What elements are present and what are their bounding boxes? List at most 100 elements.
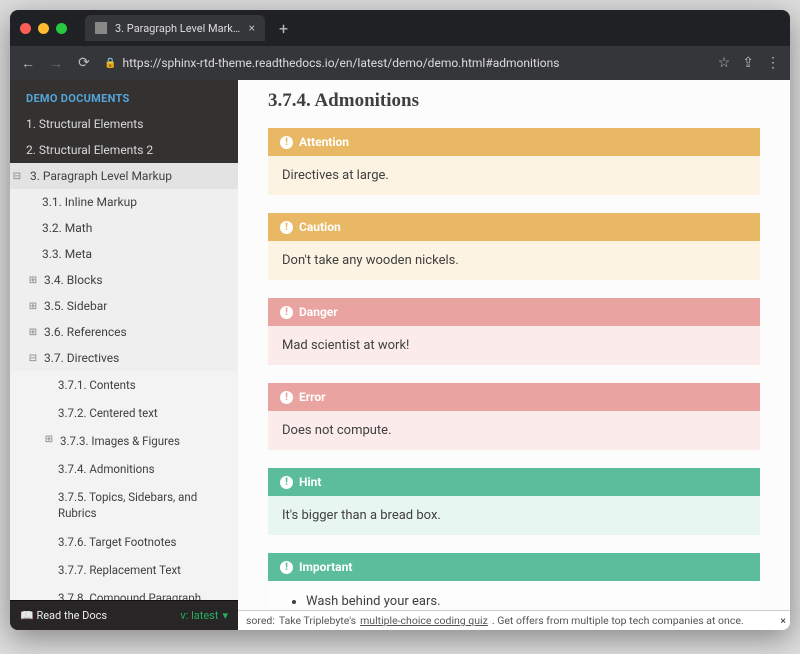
sponsor-bar: sored: Take Triplebyte's multiple-choice… bbox=[238, 610, 790, 630]
close-sponsor-icon[interactable]: × bbox=[780, 614, 786, 627]
sidebar-subitem[interactable]: 3.3. Meta bbox=[10, 241, 238, 267]
info-icon: ! bbox=[280, 306, 293, 319]
sidebar-subitem[interactable]: ⊞ 3.6. References bbox=[10, 319, 238, 345]
url-text: https://sphinx-rtd-theme.readthedocs.io/… bbox=[122, 56, 559, 70]
sponsor-prefix: sored: bbox=[246, 614, 275, 627]
version-selector[interactable]: v: latest ▾ bbox=[180, 609, 228, 622]
tab-title: 3. Paragraph Level Markup — bbox=[115, 22, 241, 35]
admonition-title-text: Error bbox=[299, 390, 326, 404]
admonition-title: ! Hint bbox=[268, 468, 760, 496]
browser-tab[interactable]: 3. Paragraph Level Markup — × bbox=[85, 15, 265, 41]
sponsor-link[interactable]: multiple-choice coding quiz bbox=[360, 614, 488, 627]
sidebar-subsubitem[interactable]: 3.7.2. Centered text bbox=[10, 399, 238, 427]
favicon-icon bbox=[95, 22, 107, 34]
forward-button[interactable]: → bbox=[48, 55, 64, 72]
admonition-body: Does not compute. bbox=[268, 411, 760, 450]
reload-button[interactable]: ⟳ bbox=[76, 55, 92, 71]
extension-icon[interactable]: ⇪ bbox=[742, 55, 754, 71]
maximize-window-button[interactable] bbox=[56, 23, 67, 34]
expand-icon[interactable]: ⊞ bbox=[44, 433, 54, 447]
sidebar-item-label: 3.7.8. Compound Paragraph bbox=[58, 590, 201, 600]
admonition-hint: ! Hint It's bigger than a bread box. bbox=[268, 468, 760, 535]
sidebar-item-label: 3.5. Sidebar bbox=[44, 299, 107, 313]
sidebar-subsubitem[interactable]: 3.7.5. Topics, Sidebars, and Rubrics bbox=[10, 483, 238, 527]
sidebar-item-label: 3. Paragraph Level Markup bbox=[30, 169, 172, 183]
sidebar-subitem[interactable]: ⊞ 3.4. Blocks bbox=[10, 267, 238, 293]
sidebar-subsubitem[interactable]: 3.7.8. Compound Paragraph bbox=[10, 584, 238, 600]
admonition-caution: ! Caution Don't take any wooden nickels. bbox=[268, 213, 760, 280]
address-bar: ← → ⟳ 🔒 https://sphinx-rtd-theme.readthe… bbox=[10, 46, 790, 80]
version-label: v: latest bbox=[180, 609, 218, 622]
admonition-title: ! Danger bbox=[268, 298, 760, 326]
sidebar-subitem[interactable]: ⊞ 3.5. Sidebar bbox=[10, 293, 238, 319]
sidebar-item-current[interactable]: ⊟ 3. Paragraph Level Markup bbox=[10, 163, 238, 189]
url-field[interactable]: 🔒 https://sphinx-rtd-theme.readthedocs.i… bbox=[104, 56, 706, 70]
admonition-title: ! Caution bbox=[268, 213, 760, 241]
sidebar-subsubitem[interactable]: ⊞ 3.7.3. Images & Figures bbox=[10, 427, 238, 455]
admonition-body: Directives at large. bbox=[268, 156, 760, 195]
close-window-button[interactable] bbox=[20, 23, 31, 34]
sidebar-item-label: 3.7. Directives bbox=[44, 351, 119, 365]
sponsor-tail: . Get offers from multiple top tech comp… bbox=[492, 614, 744, 627]
bookmark-icon[interactable]: ☆ bbox=[718, 55, 731, 71]
admonition-title: ! Error bbox=[268, 383, 760, 411]
sidebar-item[interactable]: 1. Structural Elements bbox=[10, 111, 238, 137]
list-item: Wash behind your ears. bbox=[306, 593, 746, 610]
sidebar-subitem-directives[interactable]: ⊟ 3.7. Directives bbox=[10, 345, 238, 371]
admonition-title-text: Hint bbox=[299, 475, 321, 489]
admonition-title-text: Attention bbox=[299, 135, 349, 149]
admonition-error: ! Error Does not compute. bbox=[268, 383, 760, 450]
admonition-title-text: Caution bbox=[299, 220, 341, 234]
sidebar-subsubitem[interactable]: 3.7.1. Contents bbox=[10, 371, 238, 399]
info-icon: ! bbox=[280, 561, 293, 574]
tab-bar: 3. Paragraph Level Markup — × + bbox=[10, 10, 790, 46]
section-heading: 3.7.4. Admonitions bbox=[268, 90, 760, 112]
sidebar-item-label: 3.3. Meta bbox=[42, 247, 92, 261]
sidebar-item-label: 3.7.5. Topics, Sidebars, and Rubrics bbox=[58, 489, 222, 521]
sidebar-subsubitem[interactable]: 3.7.4. Admonitions bbox=[10, 455, 238, 483]
expand-icon[interactable]: ⊞ bbox=[28, 275, 38, 286]
footer-label: Read the Docs bbox=[36, 609, 107, 622]
sidebar-item-label: 3.1. Inline Markup bbox=[42, 195, 137, 209]
expand-icon[interactable]: ⊞ bbox=[28, 301, 38, 312]
sidebar: DEMO DOCUMENTS 1. Structural Elements 2.… bbox=[10, 80, 238, 630]
admonition-title: !Important bbox=[268, 553, 760, 581]
book-icon: 📖 Read the Docs bbox=[20, 609, 107, 622]
back-button[interactable]: ← bbox=[20, 55, 36, 72]
admonition-title-text: Danger bbox=[299, 305, 338, 319]
minimize-window-button[interactable] bbox=[38, 23, 49, 34]
sidebar-item-label: 3.7.4. Admonitions bbox=[58, 461, 155, 477]
sidebar-subsubitem[interactable]: 3.7.6. Target Footnotes bbox=[10, 528, 238, 556]
close-tab-icon[interactable]: × bbox=[249, 21, 255, 35]
menu-icon[interactable]: ⋮ bbox=[766, 55, 780, 71]
content-area: DEMO DOCUMENTS 1. Structural Elements 2.… bbox=[10, 80, 790, 630]
browser-window: 3. Paragraph Level Markup — × + ← → ⟳ 🔒 … bbox=[10, 10, 790, 630]
expand-icon[interactable]: ⊞ bbox=[28, 327, 38, 338]
sidebar-subitem[interactable]: 3.2. Math bbox=[10, 215, 238, 241]
sidebar-subitem[interactable]: 3.1. Inline Markup bbox=[10, 189, 238, 215]
sidebar-item[interactable]: 2. Structural Elements 2 bbox=[10, 137, 238, 163]
sidebar-item-label: 3.7.7. Replacement Text bbox=[58, 562, 181, 578]
info-icon: ! bbox=[280, 221, 293, 234]
sidebar-item-label: 3.6. References bbox=[44, 325, 127, 339]
info-icon: ! bbox=[280, 476, 293, 489]
sidebar-item-label: 3.2. Math bbox=[42, 221, 92, 235]
chevron-down-icon: ▾ bbox=[222, 609, 228, 622]
main-content: 3.7.4. Admonitions ! Attention Directives… bbox=[238, 80, 790, 630]
collapse-icon[interactable]: ⊟ bbox=[12, 171, 22, 182]
admonition-title: ! Attention bbox=[268, 128, 760, 156]
new-tab-button[interactable]: + bbox=[273, 19, 294, 38]
collapse-icon[interactable]: ⊟ bbox=[28, 353, 38, 364]
rtd-footer[interactable]: 📖 Read the Docs v: latest ▾ bbox=[10, 600, 238, 630]
sidebar-subsubitem[interactable]: 3.7.7. Replacement Text bbox=[10, 556, 238, 584]
sidebar-item-label: 3.7.2. Centered text bbox=[58, 405, 158, 421]
info-icon: ! bbox=[280, 136, 293, 149]
sidebar-item-label: 3.4. Blocks bbox=[44, 273, 103, 287]
sidebar-item-label: 3.7.3. Images & Figures bbox=[60, 433, 180, 449]
sidebar-item-label: 3.7.1. Contents bbox=[58, 377, 136, 393]
admonition-body: It's bigger than a bread box. bbox=[268, 496, 760, 535]
admonition-danger: !Danger Mad scientist at work! bbox=[268, 298, 760, 365]
admonition-body: Don't take any wooden nickels. bbox=[268, 241, 760, 280]
window-controls bbox=[20, 23, 67, 34]
info-icon: ! bbox=[280, 391, 293, 404]
